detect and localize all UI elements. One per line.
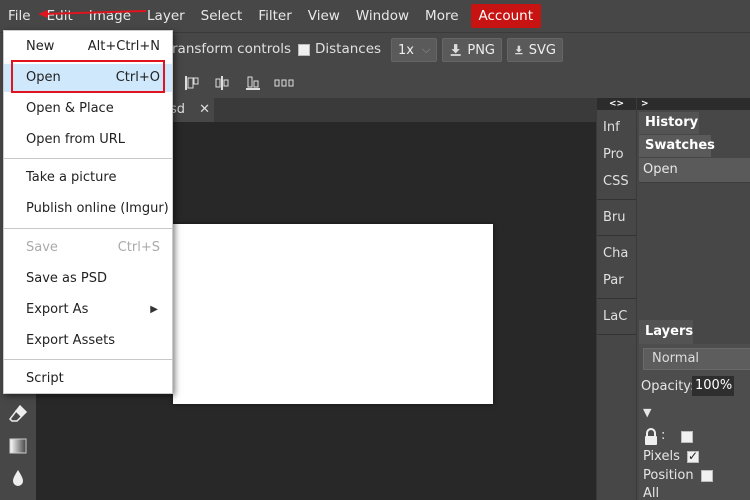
eraser-icon[interactable]: [8, 404, 28, 424]
blend-mode-value: Normal: [652, 351, 700, 366]
blur-drop-icon[interactable]: [8, 468, 28, 488]
panel-layer-comps[interactable]: LaC: [597, 303, 636, 330]
highlight-box: [11, 60, 165, 93]
menu-filter[interactable]: Filter: [250, 4, 299, 28]
distances-label: Distances: [315, 41, 382, 57]
menu-item-label: Take a picture: [26, 170, 117, 185]
zoom-value: 1x: [398, 42, 414, 58]
menu-divider: [4, 158, 172, 159]
triangle-down-icon[interactable]: ▼: [643, 406, 651, 419]
account-button[interactable]: Account: [470, 4, 542, 28]
menu-item-label: Export As: [26, 302, 89, 317]
menu-item-label: Script: [26, 371, 64, 386]
menu-window[interactable]: Window: [348, 4, 417, 28]
menu-select[interactable]: Select: [193, 4, 251, 28]
panel-group: LaC: [597, 299, 636, 335]
tab-swatches[interactable]: Swatches: [639, 135, 715, 157]
menu-item-open-from-url[interactable]: Open from URL: [4, 126, 172, 154]
panel-group: Bru: [597, 200, 636, 236]
lock-icon: [645, 428, 657, 445]
submenu-arrow-icon: ▶: [150, 304, 158, 315]
menu-divider: [4, 359, 172, 360]
menu-item-save-as-psd[interactable]: Save as PSD: [4, 265, 172, 293]
export-svg-button[interactable]: SVG: [507, 38, 563, 62]
collapsed-panels-column: <> Inf Pro CSS Bru Cha Par LaC: [596, 98, 636, 500]
collapse-toggle[interactable]: <>: [597, 98, 636, 110]
pixels-label: Pixels: [643, 449, 680, 464]
menu-item-label: New: [26, 39, 55, 54]
tab-layers[interactable]: Layers: [639, 320, 693, 344]
panel-css[interactable]: CSS: [597, 168, 636, 195]
menu-item-save[interactable]: Save Ctrl+S: [4, 234, 172, 262]
menu-file[interactable]: File: [0, 4, 39, 28]
position-label: Position: [643, 468, 694, 483]
menu-item-shortcut: Ctrl+S: [117, 240, 160, 255]
distances-checkbox[interactable]: [298, 44, 310, 56]
menu-item-label: Publish online (Imgur): [26, 201, 169, 216]
menu-item-label: Open & Place: [26, 101, 114, 116]
align-bottom-icon[interactable]: [245, 75, 261, 91]
all-label: All: [643, 486, 660, 500]
chevron-down-icon: ⌵: [421, 43, 431, 56]
menu-item-label: Save: [26, 240, 58, 255]
lock-colon: :: [661, 428, 666, 443]
panel-character[interactable]: Cha: [597, 240, 636, 267]
panel-paragraph[interactable]: Par: [597, 267, 636, 294]
menu-item-shortcut: Alt+Ctrl+N: [87, 39, 160, 54]
expand-toggle[interactable]: >: [637, 98, 750, 110]
menu-divider: [4, 228, 172, 229]
lock-checkbox[interactable]: [681, 431, 693, 443]
right-panels: > History Swatches Open Layers Normal Op…: [636, 98, 750, 500]
layers-panel: Normal Opacity: 100% ▼ : Pixels Position…: [639, 344, 750, 500]
menu-item-open-and-place[interactable]: Open & Place: [4, 95, 172, 123]
svg-label: SVG: [528, 42, 556, 58]
opacity-label: Opacity:: [641, 379, 695, 394]
distribute-icon[interactable]: [274, 75, 294, 91]
download-icon: [515, 45, 523, 55]
menu-item-publish-online[interactable]: Publish online (Imgur): [4, 195, 172, 223]
align-top-icon[interactable]: [184, 75, 200, 91]
transform-controls-label: ransform controls: [172, 41, 292, 57]
zoom-select[interactable]: 1x ⌵: [391, 38, 437, 62]
pixels-checkbox[interactable]: [687, 449, 699, 463]
blend-mode-select[interactable]: Normal: [643, 348, 750, 370]
panel-properties[interactable]: Pro: [597, 141, 636, 168]
menu-item-label: Save as PSD: [26, 271, 108, 286]
history-list: [639, 182, 750, 320]
document-canvas[interactable]: [173, 224, 493, 404]
panel-brush[interactable]: Bru: [597, 204, 636, 231]
png-label: PNG: [467, 42, 495, 58]
menu-item-export-as[interactable]: Export As ▶: [4, 296, 172, 324]
tab-history[interactable]: History: [639, 112, 699, 134]
annotation-arrow-icon: [38, 10, 147, 18]
close-icon[interactable]: ✕: [199, 102, 210, 117]
menu-item-take-picture[interactable]: Take a picture: [4, 164, 172, 192]
panel-info[interactable]: Inf: [597, 114, 636, 141]
position-checkbox[interactable]: [701, 470, 713, 482]
menu-view[interactable]: View: [300, 4, 348, 28]
align-middle-icon[interactable]: [214, 75, 230, 91]
export-png-button[interactable]: PNG: [442, 38, 502, 62]
menu-more[interactable]: More: [417, 4, 466, 28]
menu-item-script[interactable]: Script: [4, 365, 172, 393]
menu-item-label: Export Assets: [26, 333, 115, 348]
panel-group: Cha Par: [597, 236, 636, 299]
download-icon: [450, 44, 461, 56]
opacity-input[interactable]: 100%: [692, 376, 734, 396]
history-entry[interactable]: Open: [639, 158, 750, 182]
menu-item-label: Open from URL: [26, 132, 126, 147]
menu-item-new[interactable]: New Alt+Ctrl+N: [4, 33, 172, 61]
panel-group: Inf Pro CSS: [597, 110, 636, 200]
gradient-icon[interactable]: [8, 436, 28, 456]
menu-item-export-assets[interactable]: Export Assets: [4, 327, 172, 355]
